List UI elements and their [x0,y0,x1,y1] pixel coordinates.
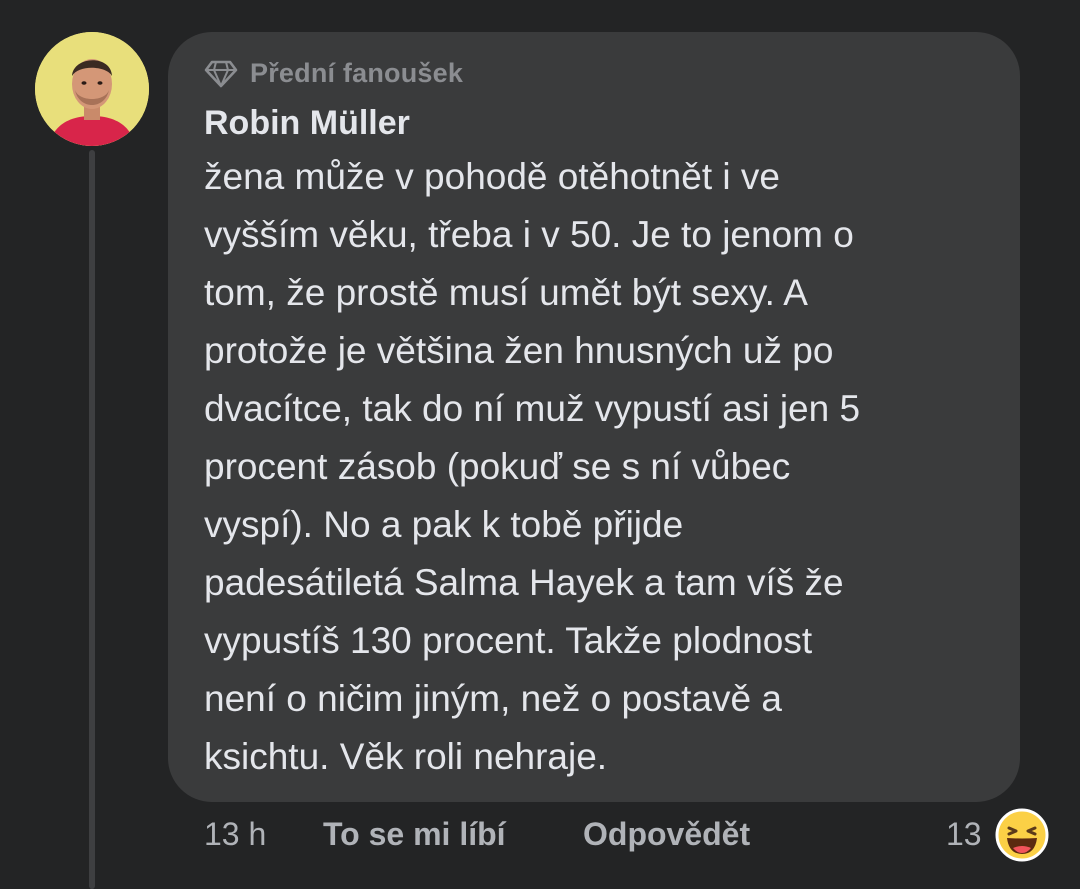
thread-line [89,150,95,889]
author-name[interactable]: Robin Müller [204,104,410,143]
comment-line: vyšším věku, třeba i v 50. Je to jenom o [204,214,854,255]
comment-line: procent zásob (pokuď se s ní vůbec [204,446,791,487]
avatar[interactable] [35,32,149,146]
comment-line: dvacítce, tak do ní muž vypustí asi jen … [204,388,861,429]
top-fan-badge: Přední fanoušek [204,58,463,89]
comment-thread: Přední fanoušek Robin Müller žena může v… [0,0,1080,889]
comment-line: není o ničim jiným, než o postavě a [204,678,782,719]
comment-timestamp: 13 h [204,816,267,852]
comment-line: tom, že prostě musí umět být sexy. A [204,272,808,313]
comment-line: ksichtu. Věk roli nehraje. [204,736,608,777]
comment-actions: 13 h To se mi líbí Odpovědět 13 [0,814,1080,860]
haha-emoji-icon[interactable] [995,808,1049,862]
comment-line: vypustíš 130 procent. Takže plodnost [204,620,813,661]
reaction-count[interactable]: 13 [946,816,982,853]
reply-button[interactable]: Odpovědět [583,816,750,853]
comment-line: padesátiletá Salma Hayek a tam víš že [204,562,844,603]
diamond-icon [204,59,240,89]
comment-line: žena může v pohodě otěhotnět i ve [204,156,780,197]
comment-bubble: Přední fanoušek Robin Müller žena může v… [168,32,1020,802]
comment-line: protože je většina žen hnusných už po [204,330,834,371]
comment-line: vyspí). No a pak k tobě přijde [204,504,684,545]
like-button[interactable]: To se mi líbí [323,816,506,853]
badge-label: Přední fanoušek [250,58,464,88]
comment-text: žena může v pohodě otěhotnět i ve vyšším… [204,148,994,786]
